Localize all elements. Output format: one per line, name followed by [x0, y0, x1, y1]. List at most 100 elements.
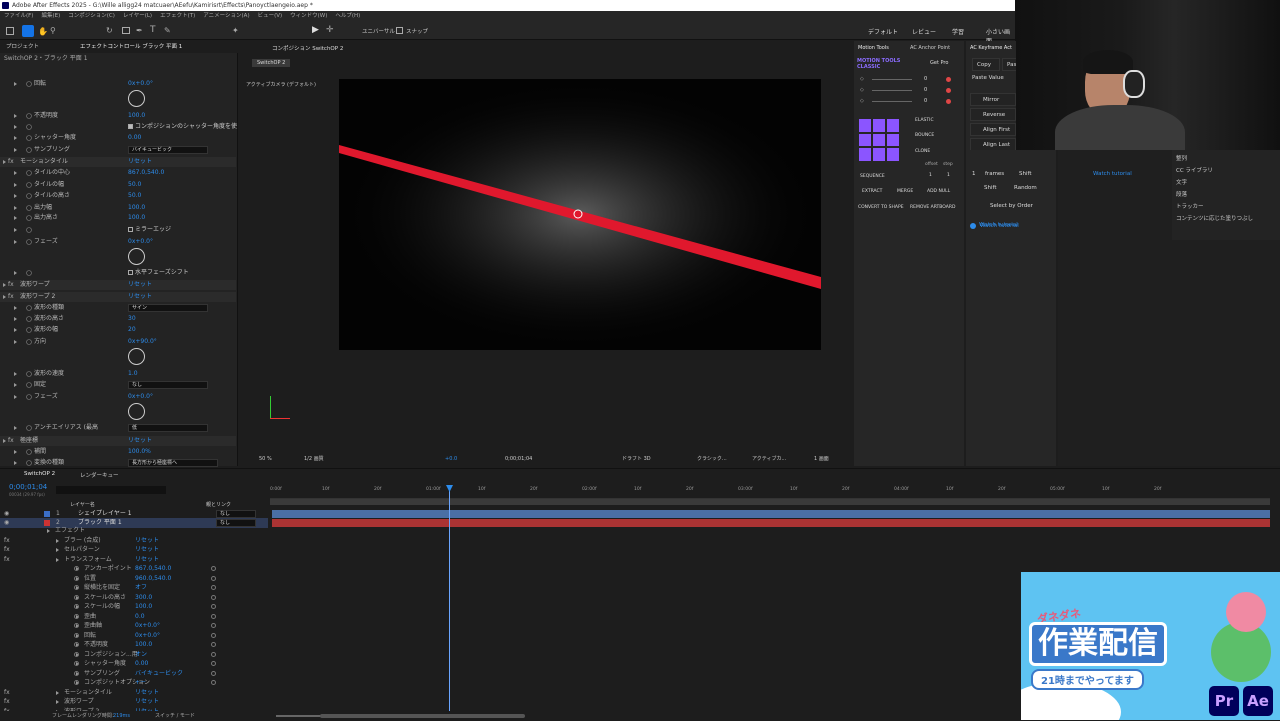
prop-value[interactable]: リセット [135, 545, 159, 555]
menu-item-6[interactable]: ビュー(V) [258, 11, 283, 22]
effect-row[interactable]: アンチエイリアス (最高 低 [0, 423, 236, 433]
ws-review[interactable]: レビュー [912, 27, 936, 36]
clone-button[interactable]: CLONE [915, 149, 930, 154]
stopwatch-icon[interactable] [74, 670, 79, 676]
effect-value[interactable]: 100.0 [128, 203, 145, 213]
effect-row[interactable]: 方向 0x+90.0° [0, 337, 236, 365]
angle-dial-icon[interactable] [128, 248, 145, 265]
prop-row[interactable]: 縦横比を固定 オフ [0, 583, 268, 593]
expand-arrow-icon[interactable] [56, 548, 59, 552]
prop-row[interactable]: サンプリング バイキュービック [0, 669, 268, 679]
expand-arrow-icon[interactable] [14, 306, 17, 310]
fx-icon[interactable]: fx [4, 555, 10, 565]
menu-item-4[interactable]: エフェクト(T) [160, 11, 195, 22]
selection-tool-icon[interactable] [22, 25, 34, 37]
stopwatch-icon[interactable] [26, 270, 32, 276]
link-icon[interactable] [211, 680, 216, 685]
right-panel-item[interactable]: トラッカー [1176, 202, 1204, 210]
prop-value[interactable]: リセット [135, 697, 159, 707]
move-icon[interactable]: ✛ [326, 25, 334, 35]
link-icon[interactable] [211, 585, 216, 590]
expand-arrow-icon[interactable] [14, 194, 17, 198]
right-panel-item[interactable]: 段落 [1176, 190, 1187, 198]
tl-search[interactable] [56, 486, 166, 494]
fx-icon[interactable]: fx [8, 436, 14, 446]
expand-arrow-icon[interactable] [47, 529, 50, 533]
stopwatch-icon[interactable] [26, 327, 32, 333]
link-icon[interactable] [211, 661, 216, 666]
effect-value[interactable]: 0x+0.0° [128, 392, 153, 402]
link-icon[interactable] [211, 670, 216, 676]
shift-button-1[interactable]: Shift [1019, 171, 1032, 177]
puppet-tool-icon[interactable]: ✦ [232, 26, 239, 35]
tl-tab1[interactable]: SwitchOP 2 [24, 471, 55, 477]
expand-arrow-icon[interactable] [14, 183, 17, 187]
prop-row[interactable]: シャッター角度 0.00 [0, 659, 268, 669]
effect-row[interactable]: 回転 0x+0.0° [0, 79, 236, 107]
expand-arrow-icon[interactable] [14, 148, 17, 152]
ws-default[interactable]: デフォルト [868, 27, 898, 36]
random-button[interactable]: Random [1014, 185, 1037, 191]
comp-canvas[interactable] [339, 79, 821, 350]
renderer-select[interactable]: クラシック... [697, 453, 727, 465]
effect-row[interactable]: 水平フェーズシフト [0, 268, 236, 278]
checkbox[interactable] [128, 227, 133, 232]
rect-tool-icon[interactable] [122, 27, 130, 34]
menu-item-0[interactable]: ファイル(F) [4, 11, 33, 22]
menu-item-8[interactable]: ヘルプ(H) [335, 11, 360, 22]
link-icon[interactable] [211, 566, 216, 571]
menu-item-7[interactable]: ウィンドウ(W) [290, 11, 327, 22]
expand-arrow-icon[interactable] [14, 461, 17, 465]
expand-arrow-icon[interactable] [14, 328, 17, 332]
expand-arrow-icon[interactable] [56, 700, 59, 704]
select-order-dropdown[interactable]: Select by Order [990, 203, 1033, 209]
mt-slider[interactable] [872, 79, 912, 80]
prop-value[interactable]: リセット [135, 688, 159, 698]
pointer-icon[interactable]: ▶ [312, 25, 319, 35]
effect-row[interactable]: 出力高さ 100.0 [0, 213, 236, 223]
comp-chip[interactable]: SwitchOP 2 [252, 59, 291, 67]
effect-row[interactable]: タイルの中心 867.0,540.0 [0, 168, 236, 178]
right-panel-item[interactable]: 文字 [1176, 178, 1187, 186]
mt-value[interactable]: 0 [924, 98, 927, 104]
tab-project[interactable]: プロジェクト [6, 41, 39, 53]
mt-value[interactable]: 0 [924, 76, 927, 82]
expand-arrow-icon[interactable] [14, 450, 17, 454]
fx-icon[interactable]: fx [4, 536, 10, 546]
effect-row[interactable]: 出力幅 100.0 [0, 203, 236, 213]
stopwatch-icon[interactable] [74, 661, 79, 666]
timeline-scrollbar[interactable] [320, 714, 525, 718]
stopwatch-icon[interactable] [26, 182, 32, 188]
effect-row[interactable]: 不透明度 100.0 [0, 111, 236, 121]
stopwatch-icon[interactable] [26, 193, 32, 199]
prop-value[interactable]: 100.0 [135, 602, 152, 612]
stopwatch-icon[interactable] [26, 449, 32, 455]
expand-arrow-icon[interactable] [14, 426, 17, 430]
effect-row[interactable]: fx モーションタイル リセット [0, 157, 236, 167]
snap-label[interactable]: スナップ [406, 27, 428, 35]
expand-arrow-icon[interactable] [14, 82, 17, 86]
expand-arrow-icon[interactable] [3, 439, 6, 443]
stopwatch-icon[interactable] [26, 239, 32, 245]
prop-row[interactable]: 不透明度 100.0 [0, 640, 268, 650]
stopwatch-icon[interactable] [26, 460, 32, 466]
res-select[interactable]: 1/2 画質 [304, 453, 324, 465]
reset-dot-icon[interactable] [946, 99, 951, 104]
expand-arrow-icon[interactable] [56, 557, 59, 562]
effect-value[interactable]: 0x+0.0° [128, 79, 153, 89]
prop-value[interactable]: リセット [135, 536, 159, 546]
effect-row[interactable]: コンポジションのシャッター角度を使 [0, 122, 237, 132]
right-panel-item[interactable]: CC ライブラリ [1176, 166, 1213, 174]
view-select[interactable]: アクティブカ... [752, 453, 786, 465]
stopwatch-icon[interactable] [74, 594, 79, 600]
comp-tab[interactable]: コンポジション SwitchOP 2 [272, 44, 343, 52]
effect-row[interactable]: 固定 なし [0, 380, 236, 390]
prop-row[interactable]: fx ブラー (合成) リセット [0, 536, 268, 546]
menu-item-1[interactable]: 編集(E) [41, 11, 60, 22]
effect-value[interactable]: 50.0 [128, 180, 141, 190]
tl-tab2[interactable]: レンダーキュー [80, 471, 119, 479]
effect-value[interactable]: リセット [128, 436, 152, 446]
kf-button-align-first[interactable]: Align First [970, 123, 1016, 136]
reset-dot-icon[interactable] [946, 88, 951, 93]
timeline-zoom-slider[interactable] [276, 715, 326, 717]
